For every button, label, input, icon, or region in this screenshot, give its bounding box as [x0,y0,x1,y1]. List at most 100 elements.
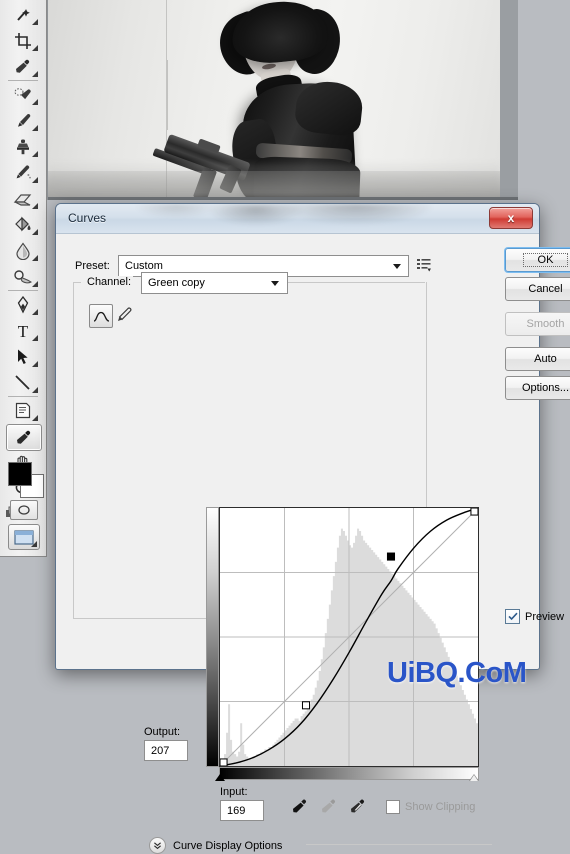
ok-button[interactable]: OK [505,248,570,272]
tool-flyout-arrow [32,151,38,157]
curve-display-options-label: Curve Display Options [173,839,283,852]
curves-dialog: Curves x Preset: Custom Channel: Green c… [55,203,570,854]
magic-wand-tool[interactable] [6,2,40,27]
eyedropper-tool[interactable] [6,54,40,79]
color-swatches[interactable] [8,462,44,498]
preview-checkbox[interactable]: Preview [505,609,564,624]
preset-value: Custom [125,260,163,272]
preset-label: Preset: [75,260,110,272]
blur-tool[interactable] [6,238,40,263]
curve-display-options-toggle[interactable]: Curve Display Options [149,837,282,854]
curve-graph[interactable] [219,507,479,767]
chevron-down-icon [393,264,401,269]
toolbar-separator [8,396,38,397]
options-button-label: Options... [521,382,570,394]
quick-mask-mode-button[interactable] [10,500,38,520]
checkmark-icon [507,612,518,621]
close-icon: x [507,211,515,225]
history-brush-tool[interactable] [6,160,40,185]
photo-wall-crack [167,60,168,130]
group-border-left [73,282,81,283]
smooth-button-label: Smooth [526,318,565,330]
toolbar-separator [8,290,38,291]
cancel-button[interactable]: Cancel [505,277,570,301]
path-selection-tool[interactable] [6,344,40,369]
preview-label-text: Preview [525,610,565,623]
document-right-padding [500,0,518,200]
curve-tool-group [89,304,133,328]
tool-flyout-arrow [32,309,38,315]
clone-stamp-tool[interactable] [6,134,40,159]
input-label-text: Input: [220,786,248,798]
tool-flyout-arrow [32,361,38,367]
curve-plot[interactable] [220,508,478,766]
input-label: Input: [220,786,248,798]
show-clipping-label: Show Clipping [405,801,475,813]
tool-flyout-arrow [32,45,38,51]
chevron-double-down-icon[interactable] [149,837,166,854]
eraser-tool[interactable] [6,186,40,211]
foreground-color-swatch[interactable] [8,462,32,486]
ok-button-label: OK [522,253,569,267]
options-button[interactable]: Options... [505,376,570,400]
toolbar-separator [8,80,38,81]
document-window [48,0,518,200]
preset-options-menu-icon[interactable] [416,257,433,273]
preview-label: Preview [525,611,564,623]
eyedropper-tool-2[interactable] [6,424,42,451]
show-clipping-checkbox[interactable]: Show Clipping [386,800,475,814]
screen-mode-button[interactable] [8,524,40,550]
tool-flyout-arrow [32,125,38,131]
shadow-point[interactable] [301,701,311,710]
white-point[interactable] [470,508,478,516]
input-field[interactable]: 169 [220,800,264,821]
dialog-title: Curves [68,211,107,225]
black-point[interactable] [220,758,228,766]
preset-label-text: Preset: [75,260,110,272]
dialog-title-bar[interactable]: Curves x [56,204,539,234]
output-field[interactable]: 207 [144,740,188,761]
notes-tool[interactable] [6,398,40,423]
tools-panel: T [0,0,47,557]
input-gradient-ramp [219,767,479,780]
pen-tool[interactable] [6,292,40,317]
healing-brush-tool[interactable] [6,82,40,107]
set-gray-point-eyedropper[interactable] [317,796,339,818]
tool-flyout-arrow [32,335,38,341]
channel-value: Green copy [148,277,205,289]
preview-checkbox-box[interactable] [505,609,520,624]
crop-tool[interactable] [6,28,40,53]
paint-bucket-tool[interactable] [6,212,40,237]
auto-button[interactable]: Auto [505,347,570,371]
black-point-slider-handle[interactable] [215,774,225,781]
chevron-down-icon [271,281,279,286]
white-point-slider-handle[interactable] [469,774,479,781]
line-tool[interactable] [6,370,40,395]
draw-curve-pencil-tool[interactable] [113,305,133,325]
input-value: 169 [227,804,246,817]
tool-flyout-arrow [32,177,38,183]
document-photo[interactable] [48,0,500,197]
tool-flyout-arrow [32,255,38,261]
set-black-point-eyedropper[interactable] [288,796,310,818]
channel-label: Channel: [85,276,134,288]
group-border-right [286,282,425,283]
set-white-point-eyedropper[interactable] [346,796,368,818]
show-clipping-text: Show Clipping [405,801,476,813]
channel-dropdown[interactable]: Green copy [141,272,288,294]
brush-tool[interactable] [6,108,40,133]
dodge-tool[interactable] [6,264,40,289]
smooth-button: Smooth [505,312,570,336]
tool-flyout-arrow [32,387,38,393]
watermark: UiBQ.CoM [387,657,527,689]
type-tool[interactable]: T [6,318,40,343]
tool-flyout-arrow [32,19,38,25]
tool-flyout-arrow [32,99,38,105]
show-clipping-box[interactable] [386,800,400,814]
cancel-button-label: Cancel [528,283,563,295]
edit-points-tool[interactable] [89,304,113,328]
highlight-point[interactable] [386,552,396,561]
tool-flyout-arrow [32,71,38,77]
svg-text:T: T [18,322,29,340]
close-button[interactable]: x [489,207,533,229]
